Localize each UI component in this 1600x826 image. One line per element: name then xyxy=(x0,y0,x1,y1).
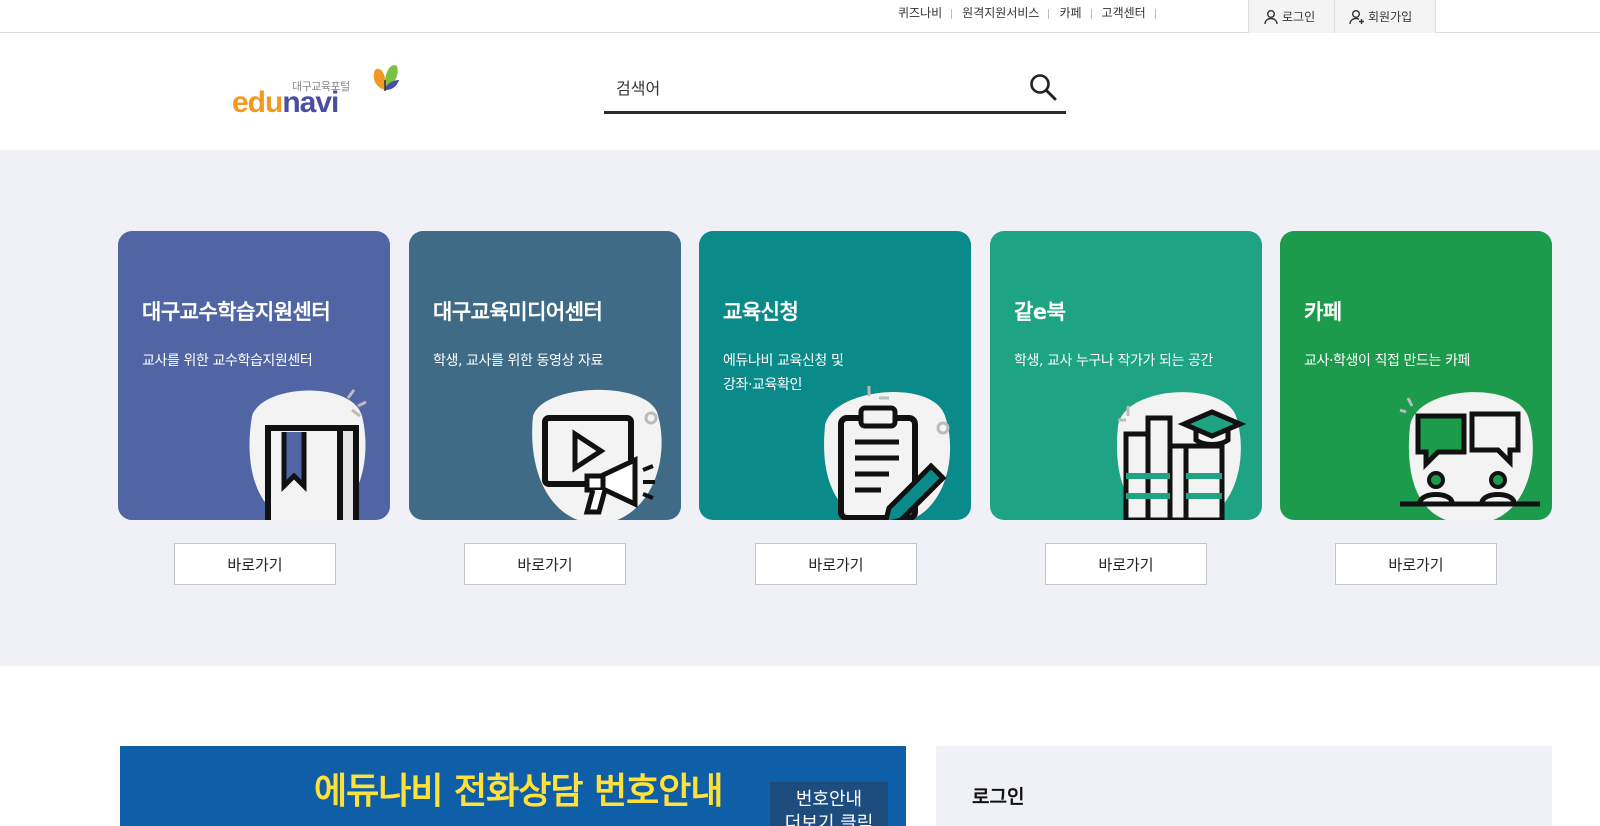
card-teaching-center[interactable]: 대구교수학습지원센터 교사를 위한 교수학습지원센터 xyxy=(118,231,390,520)
phone-consult-banner[interactable]: 에듀나비 전화상담 번호안내 번호안내 더보기 클릭 xyxy=(120,746,906,826)
books-graduation-icon xyxy=(1117,392,1247,520)
banner-title: 에듀나비 전화상담 번호안내 xyxy=(314,771,724,812)
card-media-center[interactable]: 대구교육미디어센터 학생, 교사를 위한 동영상 자료 xyxy=(409,231,681,520)
card-desc: 교사를 위한 교수학습지원센터 xyxy=(142,353,313,369)
login-panel: 로그인 xyxy=(936,746,1552,826)
user-plus-icon xyxy=(1349,9,1364,24)
go-button-ebook[interactable]: 바로가기 xyxy=(1045,543,1207,585)
card-education-application[interactable]: 교육신청 에듀나비 교육신청 및 강좌·교육확인 xyxy=(699,231,971,520)
login-button[interactable]: 로그인 xyxy=(1248,0,1334,33)
go-button-education-application[interactable]: 바로가기 xyxy=(755,543,917,585)
card-ebook[interactable]: 같e북 학생, 교사 누구나 작가가 되는 공간 xyxy=(990,231,1262,520)
card-cafe[interactable]: 카페 교사·학생이 직접 만드는 카페 xyxy=(1280,231,1552,520)
util-link-customer-center[interactable]: 고객센터 xyxy=(1092,4,1156,21)
card-desc: 교사·학생이 직접 만드는 카페 xyxy=(1304,353,1470,369)
utility-links: 퀴즈나비 원격지원서비스 카페 고객센터 xyxy=(898,0,1156,24)
card-title: 대구교육미디어센터 xyxy=(433,300,603,324)
card-desc: 학생, 교사 누구나 작가가 되는 공간 xyxy=(1014,353,1214,369)
search-bar xyxy=(604,66,1066,114)
video-megaphone-icon xyxy=(532,389,662,520)
user-icon xyxy=(1264,9,1278,24)
quick-links-section: 대구교수학습지원센터 교사를 위한 교수학습지원센터 바로가기 대구교육미디어센… xyxy=(0,150,1600,666)
join-button[interactable]: 회원가입 xyxy=(1334,0,1436,33)
banner-more-box[interactable]: 번호안내 더보기 클릭 xyxy=(770,782,888,826)
go-button-cafe[interactable]: 바로가기 xyxy=(1335,543,1497,585)
top-utility-bar: 퀴즈나비 원격지원서비스 카페 고객센터 로그인 회원가입 xyxy=(0,0,1600,33)
edunavi-logo[interactable]: 대구교육포털 edunavi xyxy=(232,56,402,120)
card-title: 같e북 xyxy=(1014,300,1066,324)
go-button-teaching-center[interactable]: 바로가기 xyxy=(174,543,336,585)
util-link-remote-support[interactable]: 원격지원서비스 xyxy=(952,4,1050,21)
logo-wordmark: edunavi xyxy=(232,86,339,119)
join-label: 회원가입 xyxy=(1368,10,1413,24)
clipboard-pencil-icon xyxy=(824,386,951,520)
book-icon xyxy=(249,389,367,520)
login-label: 로그인 xyxy=(1282,10,1316,24)
card-title: 카페 xyxy=(1304,300,1342,324)
butterfly-icon xyxy=(373,65,399,91)
search-input[interactable] xyxy=(616,70,1006,106)
card-title: 교육신청 xyxy=(723,300,799,324)
util-link-cafe[interactable]: 카페 xyxy=(1049,4,1092,21)
card-desc: 학생, 교사를 위한 동영상 자료 xyxy=(433,353,604,369)
login-panel-title: 로그인 xyxy=(972,786,1025,808)
search-icon[interactable] xyxy=(1028,72,1058,102)
chat-people-icon xyxy=(1399,392,1540,520)
card-title: 대구교수학습지원센터 xyxy=(142,300,331,324)
go-button-media-center[interactable]: 바로가기 xyxy=(464,543,626,585)
util-link-quiznavi[interactable]: 퀴즈나비 xyxy=(898,4,953,21)
